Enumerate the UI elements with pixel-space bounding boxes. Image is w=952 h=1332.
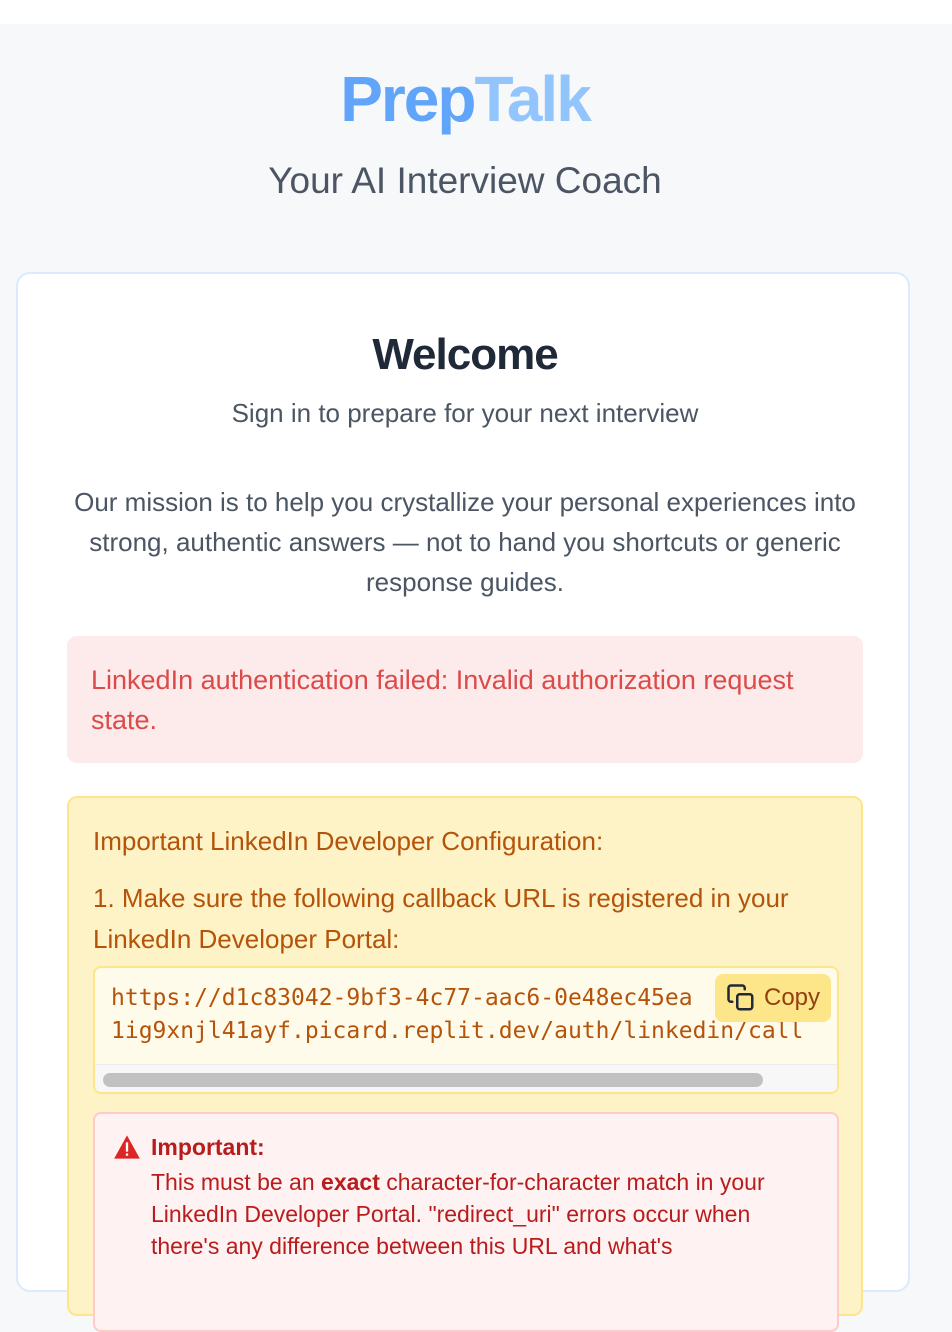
callback-url-box[interactable]: https://d1c83042-9bf3-4c77-aac6-0e48ec45… [93,966,839,1094]
important-alert: Important: This must be an exact charact… [93,1112,839,1332]
mission-statement: Our mission is to help you crystallize y… [74,487,856,597]
welcome-title: Welcome [372,330,558,379]
config-title: Important LinkedIn Developer Configurati… [93,826,604,856]
warning-triangle-icon [114,1135,140,1159]
copy-button[interactable]: Copy [715,974,831,1022]
config-step-1: 1. Make sure the following callback URL … [93,883,789,954]
error-message: LinkedIn authentication failed: Invalid … [91,665,794,735]
copy-icon [727,984,754,1011]
important-title: Important: [151,1134,265,1160]
welcome-card: Welcome Sign in to prepare for your next… [16,272,910,1332]
config-notice: Important LinkedIn Developer Configurati… [67,796,863,1332]
horizontal-scrollbar[interactable] [95,1064,837,1092]
copy-label: Copy [763,984,821,1011]
callback-url-line-2: 1ig9xnjl41ayf.picard.replit.dev/auth/lin… [111,1018,804,1044]
callback-url-line-1: https://d1c83042-9bf3-4c77-aac6-0e48ec45… [111,985,693,1011]
important-body-prefix: This must be an [151,1169,322,1195]
scrollbar-thumb[interactable] [103,1073,763,1087]
important-body: This must be an exact character-for-char… [151,1166,821,1262]
brand-part-prep: Prep [340,63,476,135]
top-bar [0,0,952,24]
signin-subtitle: Sign in to prepare for your next intervi… [231,398,699,428]
important-body-emphasis: exact [321,1169,380,1195]
error-alert: LinkedIn authentication failed: Invalid … [67,636,863,763]
tagline: Your AI Interview Coach [268,160,662,201]
brand-logo: PrepTalk [0,62,930,136]
brand-part-talk: Talk [474,63,591,135]
